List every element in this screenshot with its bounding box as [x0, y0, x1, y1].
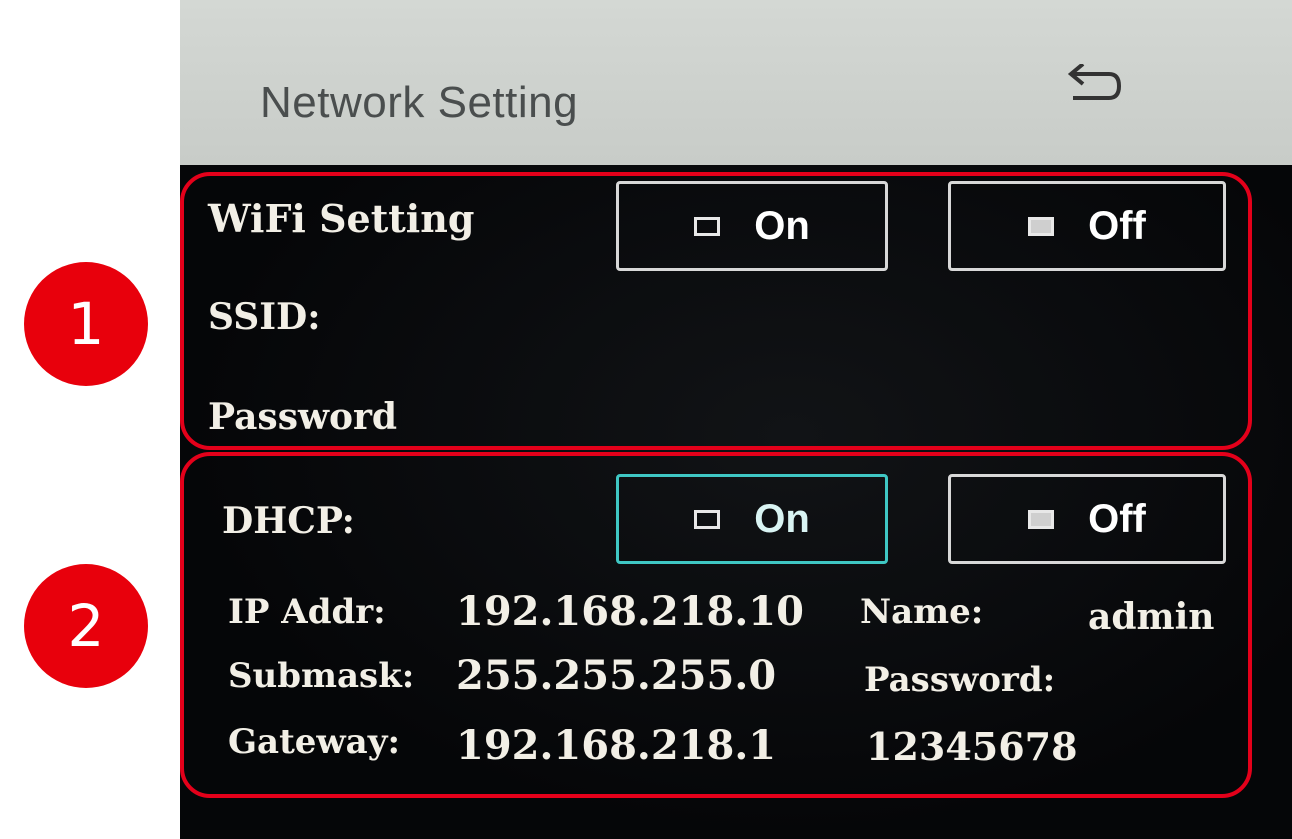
page-title: Network Setting [260, 78, 579, 127]
back-arrow-icon[interactable] [1065, 62, 1125, 114]
annotation-frame-2 [180, 452, 1252, 798]
annotation-badge-2: 2 [24, 564, 148, 688]
annotation-badge-1: 1 [24, 262, 148, 386]
annotation-frame-1 [180, 172, 1252, 450]
title-bar: Network Setting [180, 0, 1292, 165]
